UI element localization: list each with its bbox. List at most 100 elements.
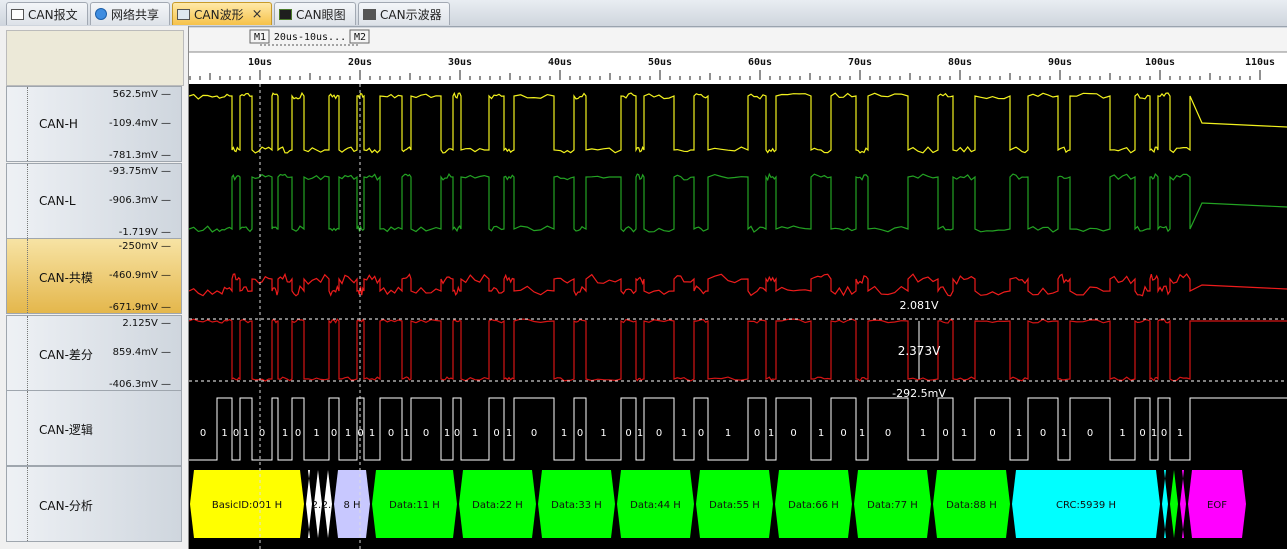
analysis-segment-label: Data:77 H — [867, 500, 918, 511]
scale-label-top: 2.125V — — [122, 318, 171, 329]
ruler-label: 30us — [448, 57, 472, 68]
channel-row[interactable]: CAN-H 562.5mV — -109.4mV — -781.3mV — — [6, 86, 182, 162]
logic-bit-label: 0 — [698, 428, 704, 439]
ruler-label: 70us — [848, 57, 872, 68]
scale-label-mid: -460.9mV — — [109, 270, 171, 281]
analysis-segment-label: Data:22 H — [472, 500, 523, 511]
channel-row[interactable]: CAN-分析 — [6, 466, 182, 542]
logic-bit-label: 1 — [818, 428, 824, 439]
tree-line — [27, 164, 28, 238]
analysis-segment-label: Data:88 H — [946, 500, 997, 511]
measure-upper-label: 2.081V — [899, 299, 938, 312]
time-ruler: 10us 20us 30us 40us 50us 60us 70us 80us 90us 100u… — [189, 28, 1287, 84]
analysis-segment — [1180, 470, 1186, 538]
logic-bit-label: 0 — [1040, 428, 1046, 439]
tree-line — [27, 316, 28, 390]
channel-row[interactable]: CAN-差分 2.125V — 859.4mV — -406.3mV — — [6, 315, 182, 391]
channel-row[interactable]: CAN-逻辑 — [6, 390, 182, 466]
tab-can-oscilloscope[interactable]: CAN示波器 — [358, 2, 450, 25]
ruler-label: 90us — [1048, 57, 1072, 68]
marker-delta-label: 20us-10us... — [274, 32, 346, 43]
ruler-label: 80us — [948, 57, 972, 68]
analysis-segment-label: Data:11 H — [389, 500, 440, 511]
logic-bit-label: 0 — [577, 428, 583, 439]
tab-network-share[interactable]: 网络共享 — [90, 2, 170, 25]
logic-bit-label: 1 — [859, 428, 865, 439]
tab-can-messages[interactable]: CAN报文 — [6, 2, 88, 25]
logic-bit-label: 1 — [1151, 428, 1157, 439]
scale-label-bottom: -781.3mV — — [109, 150, 171, 161]
logic-bit-label: 0 — [754, 428, 760, 439]
waveform-trace — [189, 91, 1287, 154]
tab-label: CAN波形 — [194, 7, 244, 22]
ruler-label: 40us — [548, 57, 572, 68]
logic-bit-label: 1 — [403, 428, 409, 439]
scale-label-top: -250mV — — [118, 241, 171, 252]
time-ruler-svg: 10us 20us 30us 40us 50us 60us 70us 80us 90us 100u… — [189, 29, 1287, 84]
logic-bit-label: 1 — [243, 428, 249, 439]
scale-label-mid: -109.4mV — — [109, 118, 171, 129]
logic-bit-label: 1 — [1016, 428, 1022, 439]
tree-line — [27, 239, 28, 313]
tab-label: CAN示波器 — [380, 7, 442, 22]
tree-line — [27, 87, 28, 161]
measure-delta-label: 2.373V — [898, 344, 941, 358]
ruler-label: 100us — [1145, 57, 1175, 68]
analysis-segment-label: Data:33 H — [551, 500, 602, 511]
analysis-segment-label: Data:66 H — [788, 500, 839, 511]
oscilloscope-icon — [363, 8, 376, 20]
waveform-trace — [189, 318, 1287, 382]
analysis-segment — [1170, 470, 1178, 538]
logic-bit-label: 0 — [493, 428, 499, 439]
tab-can-waveform[interactable]: CAN波形 × — [172, 2, 272, 25]
table-icon — [11, 8, 24, 20]
channel-name: CAN-H — [39, 117, 78, 131]
logic-bit-label: 1 — [282, 428, 288, 439]
logic-bit-label: 0 — [388, 428, 394, 439]
logic-bit-label: 1 — [961, 428, 967, 439]
logic-bit-label: 1 — [768, 428, 774, 439]
waveform-area[interactable]: 2.081V2.373V-292.5mV01010101010101010101… — [189, 84, 1287, 549]
tree-line — [27, 467, 28, 541]
waveform-icon — [177, 8, 190, 20]
channel-row[interactable]: CAN-共模 -250mV — -460.9mV — -671.9mV — — [6, 238, 182, 314]
close-icon[interactable]: × — [252, 7, 263, 22]
logic-bit-label: 0 — [200, 428, 206, 439]
tab-can-eye-diagram[interactable]: CAN眼图 — [274, 2, 356, 25]
logic-bit-label: 0 — [423, 428, 429, 439]
logic-bit-label: 1 — [637, 428, 643, 439]
logic-bit-label: 1 — [1119, 428, 1125, 439]
logic-bit-label: 1 — [725, 428, 731, 439]
channel-row[interactable]: CAN-L -93.75mV — -906.3mV — -1.719V — — [6, 163, 182, 239]
logic-bit-label: 1 — [681, 428, 687, 439]
tab-label: 网络共享 — [111, 7, 160, 22]
waveform-trace — [189, 172, 1287, 233]
logic-bit-label: 1 — [600, 428, 606, 439]
logic-bit-label: 1 — [1177, 428, 1183, 439]
logic-bit-label: 1 — [221, 428, 227, 439]
logic-bit-label: 1 — [472, 428, 478, 439]
logic-bit-label: 1 — [561, 428, 567, 439]
logic-bit-label: 0 — [989, 428, 995, 439]
logic-bit-label: 0 — [233, 428, 239, 439]
marker-m2-label: M2 — [354, 32, 366, 43]
channel-name: CAN-逻辑 — [39, 423, 93, 437]
analysis-segment-label: Data:44 H — [630, 500, 681, 511]
ruler-label: 60us — [748, 57, 772, 68]
scale-label-mid: 859.4mV — — [112, 347, 171, 358]
ruler-label: 20us — [348, 57, 372, 68]
scale-label-mid: -906.3mV — — [109, 195, 171, 206]
ruler-label: 10us — [248, 57, 272, 68]
tab-label: CAN报文 — [28, 7, 78, 22]
logic-bit-label: 1 — [1061, 428, 1067, 439]
analysis-segment-label: 8 H — [343, 500, 360, 511]
logic-bit-label: 0 — [656, 428, 662, 439]
logic-bit-label: 0 — [295, 428, 301, 439]
logic-bit-label: 1 — [345, 428, 351, 439]
analysis-segment-label: BasicID:001 H — [212, 500, 282, 511]
waveform-svg[interactable]: 2.081V2.373V-292.5mV01010101010101010101… — [189, 84, 1287, 549]
logic-bit-label: 0 — [331, 428, 337, 439]
scale-label-bottom: -671.9mV — — [109, 302, 171, 313]
ruler-label: 110us — [1245, 57, 1275, 68]
scale-label-bottom: -1.719V — — [118, 227, 171, 238]
